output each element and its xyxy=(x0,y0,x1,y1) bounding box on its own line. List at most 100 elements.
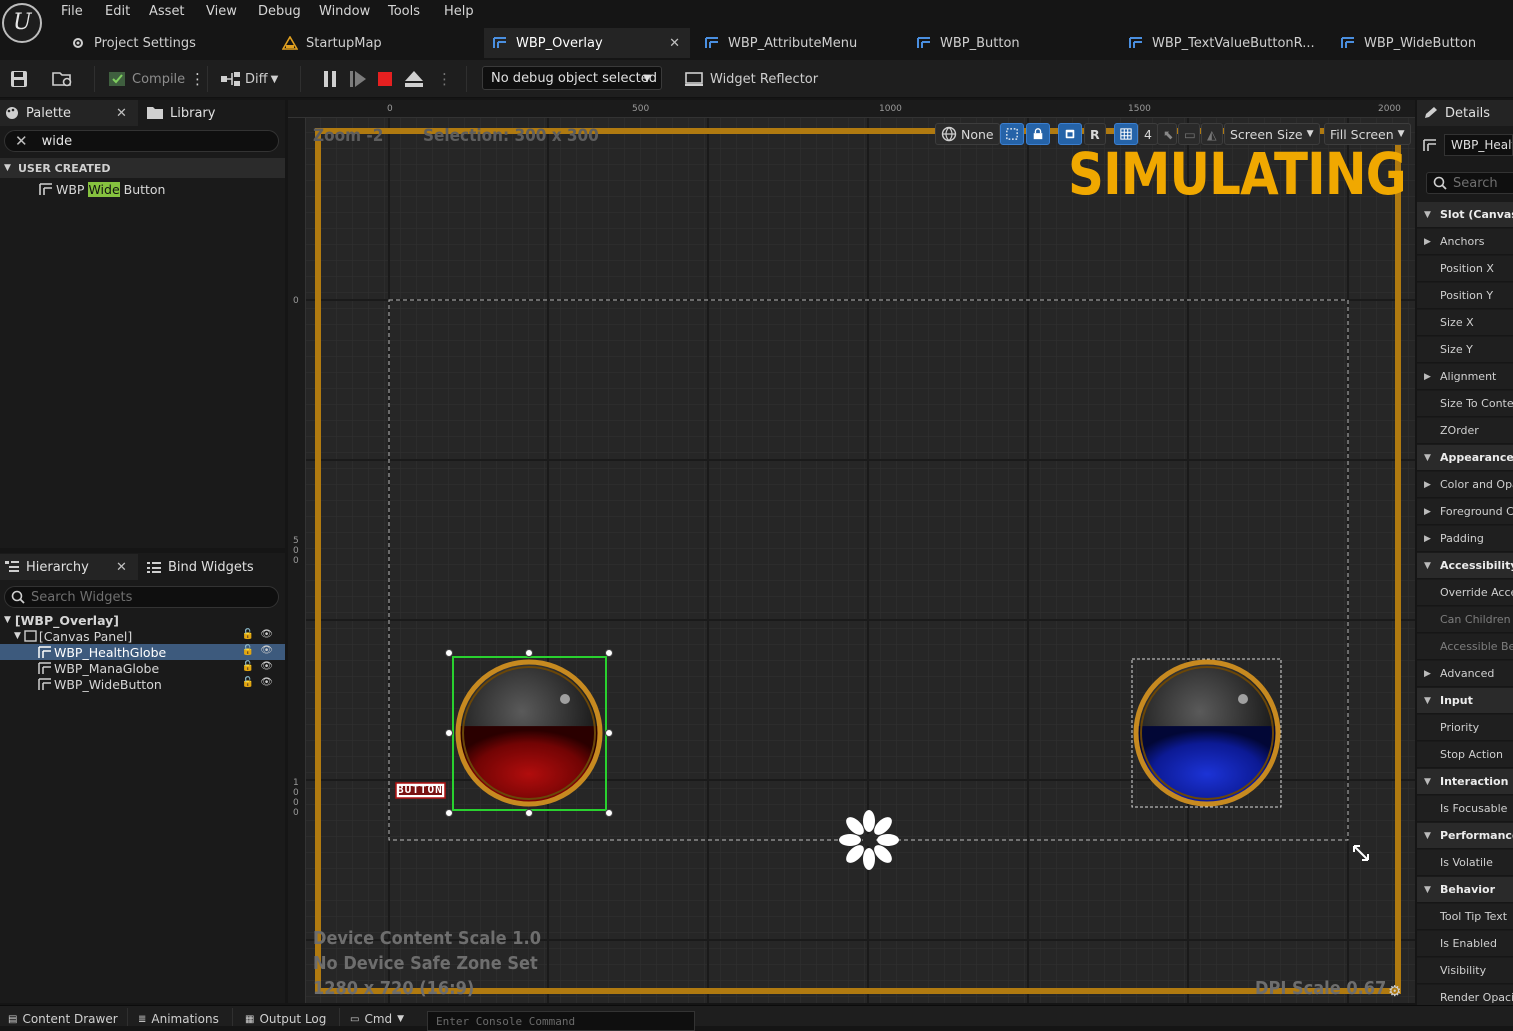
tree-row-wbp-managlobe[interactable]: WBP_ManaGlobe 🔓👁 xyxy=(0,660,285,676)
save-button[interactable] xyxy=(10,68,28,90)
widget-reflector-button[interactable]: Widget Reflector xyxy=(684,68,818,90)
category-user-created[interactable]: ▼ USER CREATED xyxy=(0,158,285,178)
anchor-medallion-icon[interactable] xyxy=(839,810,899,870)
close-icon[interactable]: ✕ xyxy=(116,106,127,121)
details-row-size-y[interactable]: Size Y xyxy=(1417,337,1513,363)
designer-viewport[interactable] xyxy=(288,100,1415,1003)
content-drawer-button[interactable]: ▤ Content Drawer xyxy=(8,1012,118,1026)
animations-button[interactable]: ≣ Animations xyxy=(138,1012,219,1026)
details-row-override-accessible-defaults[interactable]: Override Accessible Defaults xyxy=(1417,580,1513,606)
details-row-position-x[interactable]: Position X xyxy=(1417,256,1513,282)
details-row-advanced[interactable]: ▶ Advanced xyxy=(1417,661,1513,687)
mana-globe[interactable] xyxy=(1133,659,1281,807)
respect-locks-icon[interactable] xyxy=(1058,123,1082,145)
health-globe[interactable] xyxy=(455,659,603,807)
details-row-stop-action[interactable]: Stop Action xyxy=(1417,742,1513,768)
lock-icon[interactable] xyxy=(1026,123,1050,145)
details-category-behavior[interactable]: ▼ Behavior xyxy=(1417,877,1513,903)
dpi-settings-gear-icon[interactable]: ⚙ xyxy=(1388,982,1401,1000)
screen-size-dropdown[interactable]: Screen Size ▼ xyxy=(1224,123,1320,145)
compile-options-icon[interactable]: ⋮ xyxy=(190,68,205,90)
details-row-priority[interactable]: Priority xyxy=(1417,715,1513,741)
details-category-appearance[interactable]: ▼ Appearance xyxy=(1417,445,1513,471)
lock-visibility-icons[interactable]: 🔓👁 xyxy=(242,661,279,672)
tree-row-wbp-widebutton[interactable]: WBP_WideButton 🔓👁 xyxy=(0,676,285,692)
diff-button[interactable]: Diff ▼ xyxy=(220,68,278,90)
widget-name-input[interactable]: WBP_HealthGlobe xyxy=(1444,134,1513,156)
lock-visibility-icons[interactable]: 🔓👁 xyxy=(242,629,279,640)
play-options-icon[interactable]: ⋮ xyxy=(437,68,452,90)
tab-hierarchy[interactable]: Hierarchy ✕ xyxy=(0,554,138,580)
tab-startup-map[interactable]: StartupMap xyxy=(274,28,474,58)
lock-visibility-icons[interactable]: 🔓👁 xyxy=(242,677,279,688)
tab-wbp-widebutton[interactable]: WBP_WideButton xyxy=(1332,28,1513,58)
designer-canvas[interactable] xyxy=(288,100,1415,1003)
tab-details[interactable]: Details xyxy=(1417,100,1513,126)
menu-asset[interactable]: Asset xyxy=(149,4,185,19)
details-category-slot-canvas-panel-slot[interactable]: ▼ Slot (Canvas Panel Slot) xyxy=(1417,202,1513,228)
browse-button[interactable] xyxy=(52,68,74,90)
menu-help[interactable]: Help xyxy=(444,4,474,19)
tree-row-wbp-healthglobe[interactable]: WBP_HealthGlobe 🔓👁 xyxy=(0,644,285,660)
menu-window[interactable]: Window xyxy=(319,4,370,19)
menu-tools[interactable]: Tools xyxy=(388,4,420,19)
details-row-alignment[interactable]: ▶ Alignment xyxy=(1417,364,1513,390)
details-row-size-x[interactable]: Size X xyxy=(1417,310,1513,336)
tab-library[interactable]: Library xyxy=(142,100,282,126)
details-row-accessible-behavior[interactable]: Accessible Behavior xyxy=(1417,634,1513,660)
details-row-can-children-be-accessible[interactable]: Can Children be Accessible xyxy=(1417,607,1513,633)
grid-snap-value[interactable]: 4 xyxy=(1138,123,1158,145)
details-category-interaction[interactable]: ▼ Interaction xyxy=(1417,769,1513,795)
eject-button[interactable] xyxy=(404,68,424,90)
output-log-button[interactable]: ▦ Output Log xyxy=(245,1012,326,1026)
details-row-color-and-opacity[interactable]: ▶ Color and Opacity xyxy=(1417,472,1513,498)
details-row-position-y[interactable]: Position Y xyxy=(1417,283,1513,309)
menu-view[interactable]: View xyxy=(206,4,237,19)
palette-item-wbp-widebutton[interactable]: WBP Wide Button xyxy=(38,181,165,197)
tab-wbp-overlay[interactable]: WBP_Overlay ✕ xyxy=(484,28,690,58)
localization-preview-dropdown[interactable]: None xyxy=(935,123,1000,145)
clear-search-icon[interactable]: ✕ xyxy=(15,132,28,150)
r-toggle-button[interactable]: R xyxy=(1084,123,1106,145)
details-row-tool-tip-text[interactable]: Tool Tip Text xyxy=(1417,904,1513,930)
details-category-input[interactable]: ▼ Input xyxy=(1417,688,1513,714)
tree-row-canvas-panel[interactable]: ▼ [Canvas Panel] 🔓👁 xyxy=(0,628,285,644)
lock-visibility-icons[interactable]: 🔓👁 xyxy=(242,645,279,656)
console-command-input[interactable]: Enter Console Command xyxy=(427,1011,695,1031)
pause-button[interactable] xyxy=(322,68,338,90)
tab-palette[interactable]: Palette ✕ xyxy=(0,100,138,126)
tab-wbp-attributemenu[interactable]: WBP_AttributeMenu xyxy=(696,28,902,58)
details-row-padding[interactable]: ▶ Padding xyxy=(1417,526,1513,552)
canvas-size-icon[interactable]: ▭ xyxy=(1178,123,1200,145)
tree-row-root[interactable]: ▼ [WBP_Overlay] xyxy=(0,612,285,628)
tab-wbp-textvaluebutton[interactable]: WBP_TextValueButtonR... xyxy=(1120,28,1326,58)
fill-screen-dropdown[interactable]: Fill Screen ▼ xyxy=(1324,123,1411,145)
details-row-zorder[interactable]: ZOrder xyxy=(1417,418,1513,444)
cursor-icon[interactable]: ⬉ xyxy=(1157,123,1177,145)
preview-mode-icon[interactable]: ◭ xyxy=(1201,123,1223,145)
details-row-visibility[interactable]: Visibility xyxy=(1417,958,1513,984)
menu-edit[interactable]: Edit xyxy=(105,4,130,19)
tab-bind-widgets[interactable]: Bind Widgets xyxy=(142,554,282,580)
menu-debug[interactable]: Debug xyxy=(258,4,301,19)
grid-snap-icon[interactable] xyxy=(1114,123,1138,145)
hierarchy-search-input[interactable]: Search Widgets xyxy=(4,586,279,608)
step-button[interactable] xyxy=(349,68,367,90)
compile-button[interactable]: Compile xyxy=(108,68,185,90)
outline-toggle-icon[interactable] xyxy=(1000,123,1024,145)
details-row-is-enabled[interactable]: Is Enabled xyxy=(1417,931,1513,957)
close-icon[interactable]: ✕ xyxy=(116,560,127,575)
details-row-size-to-content[interactable]: Size To Content xyxy=(1417,391,1513,417)
debug-object-dropdown[interactable]: No debug object selected ▼ xyxy=(482,66,662,90)
details-search-input[interactable]: Search xyxy=(1426,172,1513,194)
details-row-foreground-color[interactable]: ▶ Foreground Color xyxy=(1417,499,1513,525)
details-category-performance[interactable]: ▼ Performance xyxy=(1417,823,1513,849)
palette-search-input[interactable]: ✕ wide xyxy=(4,130,279,152)
stop-button[interactable] xyxy=(377,68,393,90)
details-row-is-focusable[interactable]: Is Focusable xyxy=(1417,796,1513,822)
details-row-is-volatile[interactable]: Is Volatile xyxy=(1417,850,1513,876)
details-row-anchors[interactable]: ▶ Anchors xyxy=(1417,229,1513,255)
tab-wbp-button[interactable]: WBP_Button xyxy=(908,28,1114,58)
cmd-dropdown[interactable]: ▭ Cmd ▼ xyxy=(350,1012,404,1026)
details-category-accessibility[interactable]: ▼ Accessibility xyxy=(1417,553,1513,579)
